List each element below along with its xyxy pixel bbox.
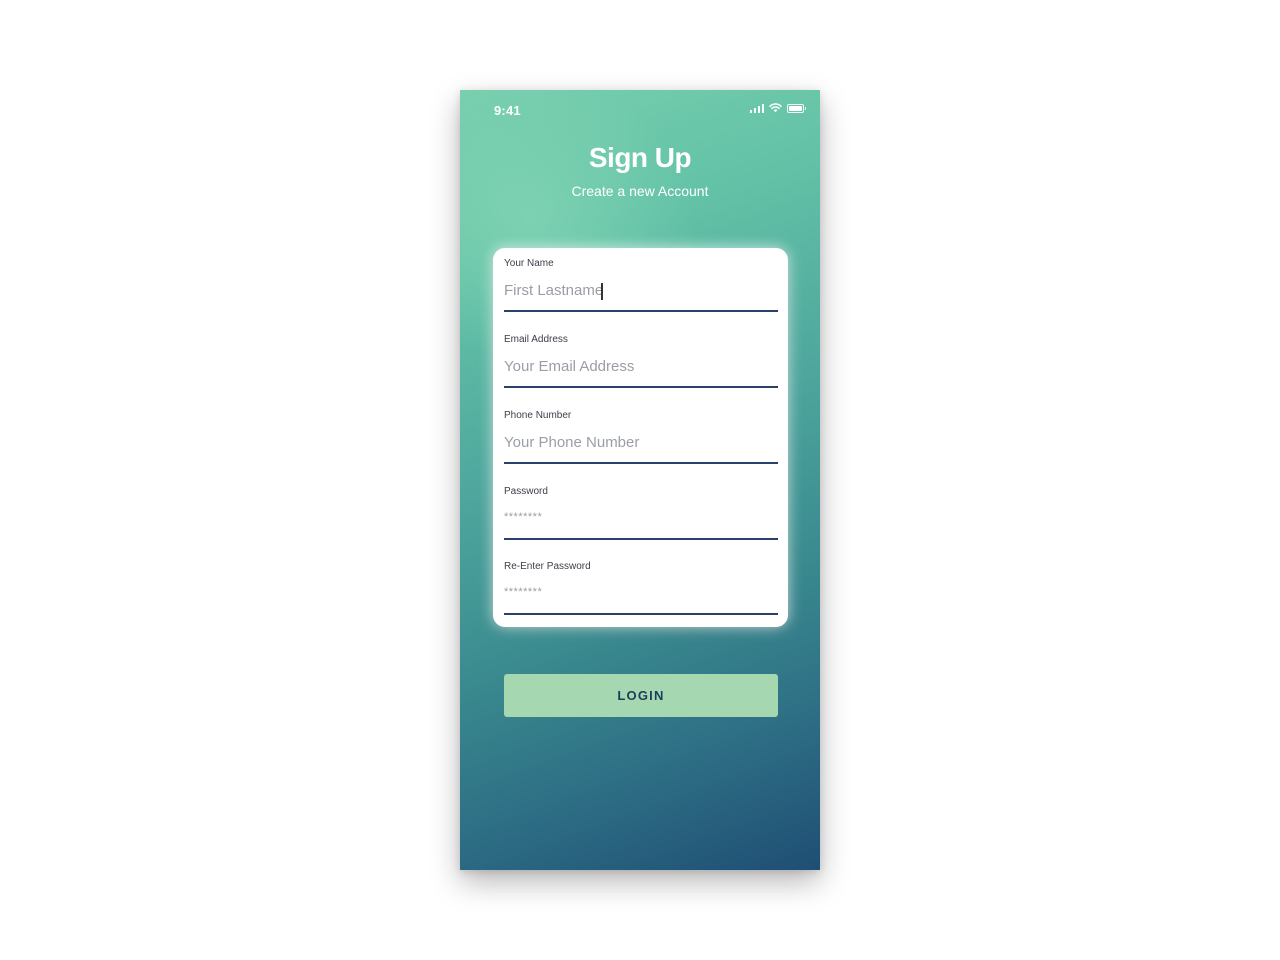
- wifi-icon: [769, 103, 782, 113]
- reenter-password-input[interactable]: [504, 581, 778, 603]
- password-field-label: Password: [504, 486, 548, 497]
- text-cursor: [601, 283, 603, 300]
- phone-screen: 9:41 Sign Up Create a new Account Your N…: [460, 90, 820, 870]
- email-field-group: Email Address: [504, 324, 778, 388]
- email-input[interactable]: [504, 352, 778, 380]
- page-subtitle: Create a new Account: [571, 183, 709, 199]
- password-field-underline: [504, 538, 778, 540]
- password-field-group: Password: [504, 476, 778, 540]
- status-icons: [749, 103, 806, 113]
- phone-field-underline: [504, 462, 778, 464]
- name-field-group: Your Name: [504, 248, 778, 312]
- phone-input[interactable]: [504, 428, 778, 456]
- battery-icon: [787, 103, 806, 113]
- name-field-label: Your Name: [504, 258, 554, 269]
- password-input[interactable]: [504, 506, 778, 528]
- signal-icon: [749, 103, 764, 113]
- canvas: 9:41 Sign Up Create a new Account Your N…: [0, 0, 1280, 960]
- page-title: Sign Up: [588, 142, 692, 173]
- phone-field-group: Phone Number: [504, 400, 778, 464]
- email-field-underline: [504, 386, 778, 388]
- reenter-password-field-group: Re-Enter Password: [504, 551, 778, 615]
- email-field-label: Email Address: [504, 334, 568, 345]
- name-input[interactable]: [504, 276, 778, 304]
- login-button[interactable]: LOGIN: [504, 674, 778, 717]
- phone-field-label: Phone Number: [504, 410, 572, 421]
- status-time: 9:41: [494, 103, 521, 118]
- reenter-password-field-underline: [504, 613, 778, 615]
- name-field-underline: [504, 310, 778, 312]
- status-bar: 9:41: [460, 90, 820, 130]
- signup-form-card: Your Name Email Address Phone Number Pas…: [493, 248, 788, 627]
- reenter-password-field-label: Re-Enter Password: [504, 561, 591, 572]
